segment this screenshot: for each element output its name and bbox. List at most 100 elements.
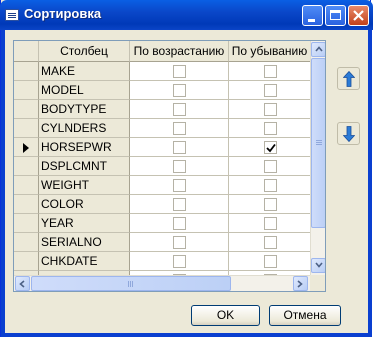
descending-checkbox[interactable] <box>263 141 277 154</box>
scroll-up-button[interactable] <box>311 42 325 57</box>
row-selector[interactable] <box>14 81 39 100</box>
ascending-cell <box>130 138 229 157</box>
maximize-icon <box>330 10 341 20</box>
descending-cell <box>229 157 311 176</box>
ascending-checkbox[interactable] <box>173 255 186 268</box>
ascending-cell <box>130 252 229 271</box>
horizontal-scrollbar[interactable] <box>14 275 310 291</box>
vertical-scroll-thumb[interactable] <box>311 58 325 228</box>
row-selector[interactable] <box>14 252 39 271</box>
ascending-checkbox[interactable] <box>173 65 186 78</box>
field-name-cell: DSPLCMNT <box>39 157 130 176</box>
field-name-cell: WEIGHT <box>39 176 130 195</box>
ascending-cell <box>130 176 229 195</box>
descending-cell <box>229 252 311 271</box>
column-header-ascending[interactable]: По возрастанию <box>130 41 229 62</box>
table-row[interactable]: HORSEPWR <box>14 138 311 157</box>
field-name-cell: BODYTYPE <box>39 100 130 119</box>
table-row[interactable]: CYLNDERS <box>14 119 311 138</box>
descending-cell <box>229 195 311 214</box>
ascending-cell <box>130 81 229 100</box>
table-row[interactable]: SERIALNO <box>14 233 311 252</box>
field-name-cell: YEAR <box>39 214 130 233</box>
ascending-checkbox[interactable] <box>173 217 186 230</box>
table-row[interactable]: WEIGHT <box>14 176 311 195</box>
ascending-cell <box>130 62 229 81</box>
column-header-descending[interactable]: По убыванию <box>229 41 311 62</box>
move-down-button[interactable] <box>337 122 360 145</box>
checkmark-icon <box>265 143 276 153</box>
table-row[interactable]: MODEL <box>14 81 311 100</box>
row-selector[interactable] <box>14 119 39 138</box>
scroll-left-button[interactable] <box>15 276 30 291</box>
chevron-left-icon <box>19 280 25 288</box>
descending-checkbox[interactable] <box>263 217 277 230</box>
sort-grid[interactable]: Столбец По возрастанию По убыванию MAKE M… <box>13 40 326 292</box>
ascending-cell <box>130 157 229 176</box>
descending-checkbox[interactable] <box>263 179 277 192</box>
ok-button[interactable]: OK <box>191 305 260 326</box>
move-up-button[interactable] <box>337 67 360 90</box>
window-menu-icon[interactable] <box>5 9 19 21</box>
table-row[interactable]: COLOR <box>14 195 311 214</box>
current-row-arrow-icon <box>23 143 29 153</box>
minimize-icon <box>308 19 315 22</box>
descending-checkbox[interactable] <box>263 103 277 116</box>
row-selector[interactable] <box>14 157 39 176</box>
cancel-button[interactable]: Отмена <box>269 305 341 326</box>
descending-checkbox[interactable] <box>263 65 277 78</box>
table-row[interactable]: YEAR <box>14 214 311 233</box>
ascending-cell <box>130 100 229 119</box>
ascending-checkbox[interactable] <box>173 141 186 154</box>
chevron-up-icon <box>315 46 323 52</box>
row-selector[interactable] <box>14 62 39 81</box>
descending-checkbox[interactable] <box>263 198 277 211</box>
row-selector[interactable] <box>14 100 39 119</box>
window-border-right <box>368 30 372 337</box>
ascending-checkbox[interactable] <box>173 160 186 173</box>
descending-checkbox[interactable] <box>263 255 277 268</box>
field-name-cell: COLOR <box>39 195 130 214</box>
table-row[interactable]: DSPLCMNT <box>14 157 311 176</box>
title-bar[interactable]: Сортировка <box>0 0 373 30</box>
vertical-scrollbar[interactable] <box>310 41 325 275</box>
descending-cell <box>229 100 311 119</box>
descending-checkbox[interactable] <box>263 160 277 173</box>
maximize-button[interactable] <box>325 5 346 26</box>
table-row[interactable]: MAKE <box>14 62 311 81</box>
ascending-checkbox[interactable] <box>173 122 186 135</box>
row-selector[interactable] <box>14 233 39 252</box>
ascending-cell <box>130 195 229 214</box>
descending-cell <box>229 62 311 81</box>
field-name-cell: CYLNDERS <box>39 119 130 138</box>
descending-cell <box>229 119 311 138</box>
row-selector[interactable] <box>14 176 39 195</box>
descending-checkbox[interactable] <box>263 236 277 249</box>
row-selector[interactable] <box>14 138 39 157</box>
ascending-cell <box>130 214 229 233</box>
move-up-arrow-icon <box>343 71 355 87</box>
close-button[interactable] <box>348 5 369 26</box>
minimize-button[interactable] <box>302 5 323 26</box>
descending-checkbox[interactable] <box>263 122 277 135</box>
table-row[interactable]: CHKDATE <box>14 252 311 271</box>
close-icon <box>353 10 364 21</box>
descending-checkbox[interactable] <box>263 84 277 97</box>
ascending-checkbox[interactable] <box>173 198 186 211</box>
field-name-cell: SERIALNO <box>39 233 130 252</box>
ascending-checkbox[interactable] <box>173 103 186 116</box>
scroll-right-button[interactable] <box>293 276 308 291</box>
descending-cell <box>229 214 311 233</box>
ascending-checkbox[interactable] <box>173 236 186 249</box>
row-selector[interactable] <box>14 195 39 214</box>
horizontal-scroll-thumb[interactable] <box>31 276 231 291</box>
column-header-field[interactable]: Столбец <box>39 41 130 62</box>
ascending-checkbox[interactable] <box>173 84 186 97</box>
chevron-right-icon <box>297 280 303 288</box>
field-name-cell: MODEL <box>39 81 130 100</box>
table-row[interactable]: BODYTYPE <box>14 100 311 119</box>
scroll-down-button[interactable] <box>311 258 325 273</box>
row-selector[interactable] <box>14 214 39 233</box>
ascending-checkbox[interactable] <box>173 179 186 192</box>
field-name-cell: MAKE <box>39 62 130 81</box>
